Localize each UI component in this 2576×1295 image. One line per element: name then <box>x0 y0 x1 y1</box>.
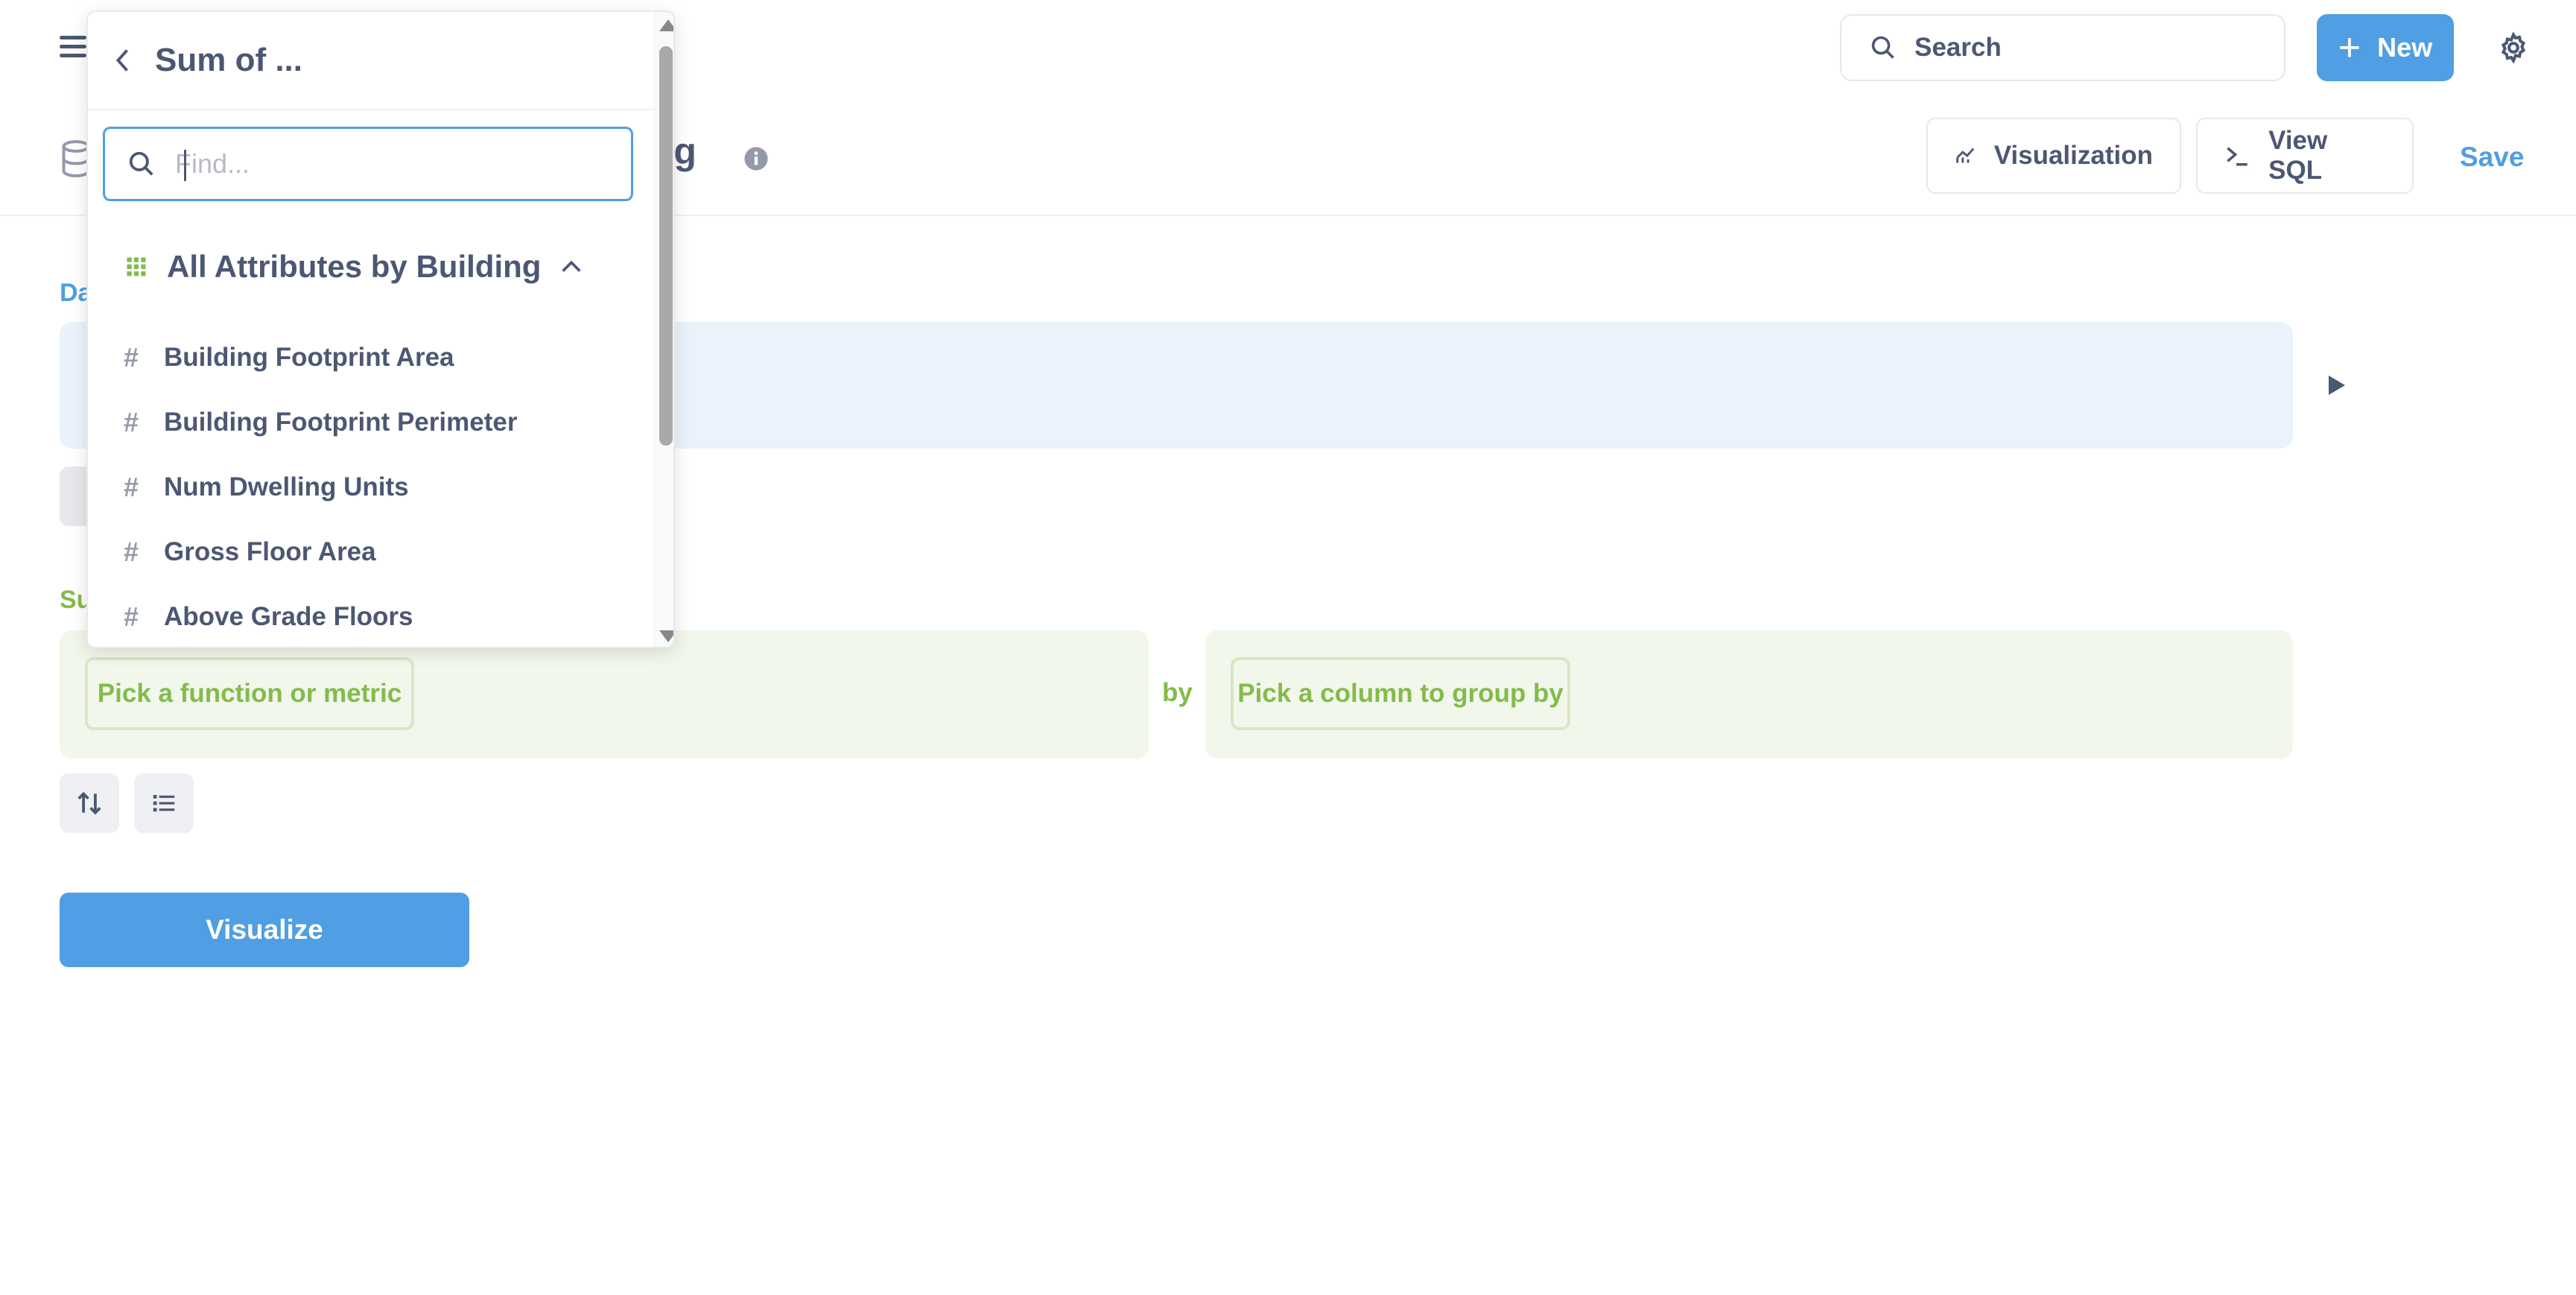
sort-button[interactable] <box>60 773 119 833</box>
search-icon <box>129 151 153 176</box>
aggregation-step: Pick a function or metric <box>60 630 1149 759</box>
visualization-button-label: Visualization <box>1993 141 2153 170</box>
aggregation-column-picker: Sum of ... All Attributes by Building # B… <box>86 10 675 648</box>
number-field-icon: # <box>124 471 139 502</box>
view-sql-button-label: View SQL <box>2268 126 2328 185</box>
field-label: Gross Floor Area <box>164 536 376 566</box>
group-by-step: Pick a column to group by <box>1205 630 2293 759</box>
field-label: Num Dwelling Units <box>164 472 409 501</box>
text-cursor <box>184 150 186 181</box>
chevron-up-icon[interactable] <box>559 254 584 279</box>
pick-column-button[interactable]: Pick a column to group by <box>1231 657 1570 730</box>
plus-icon: + <box>2338 26 2361 69</box>
field-item[interactable]: # Building Footprint Perimeter <box>124 390 517 455</box>
search-icon <box>1871 36 1894 59</box>
chevron-left-icon[interactable] <box>110 45 137 75</box>
gear-icon[interactable] <box>2497 31 2530 64</box>
limit-button[interactable] <box>134 773 194 833</box>
number-field-icon: # <box>124 341 139 373</box>
terminal-icon <box>2227 147 2247 166</box>
number-field-icon: # <box>124 536 139 567</box>
field-list: # Building Footprint Area # Building Footp… <box>124 325 517 647</box>
popover-title: Sum of ... <box>155 42 302 78</box>
popover-scrollbar[interactable] <box>654 12 673 647</box>
by-label: by <box>1162 678 1193 707</box>
visualization-button[interactable]: Visualization <box>1926 118 2181 194</box>
number-field-icon: # <box>124 601 139 632</box>
search-label: Search <box>1914 33 2002 62</box>
view-sql-button[interactable]: View SQL <box>2196 118 2414 194</box>
field-item[interactable]: # Above Grade Floors <box>124 584 517 647</box>
field-label: Building Footprint Perimeter <box>164 407 518 437</box>
field-item[interactable]: # Building Footprint Area <box>124 325 517 390</box>
table-section-header[interactable]: All Attributes by Building <box>125 249 584 285</box>
sort-icon <box>77 791 101 815</box>
number-field-icon: # <box>124 406 139 437</box>
find-input[interactable] <box>175 148 592 180</box>
scroll-down-arrow-icon[interactable] <box>659 630 673 642</box>
popover-header[interactable]: Sum of ... <box>88 12 654 110</box>
list-icon <box>153 794 175 812</box>
line-chart-icon <box>1956 148 1975 163</box>
field-label: Above Grade Floors <box>164 601 413 631</box>
new-button[interactable]: + New <box>2317 14 2454 81</box>
field-item[interactable]: # Gross Floor Area <box>124 519 517 584</box>
field-item[interactable]: # Num Dwelling Units <box>124 455 517 519</box>
field-label: Building Footprint Area <box>164 342 454 372</box>
scroll-up-arrow-icon[interactable] <box>659 19 673 31</box>
visualize-button[interactable]: Visualize <box>60 893 469 967</box>
table-name: All Attributes by Building <box>167 249 542 284</box>
global-search[interactable]: Search <box>1840 14 2285 81</box>
save-button[interactable]: Save <box>2460 142 2524 173</box>
find-field[interactable] <box>103 127 633 201</box>
grid-icon <box>127 257 146 276</box>
new-button-label: New <box>2377 32 2433 63</box>
play-icon[interactable] <box>2329 376 2345 395</box>
menu-icon[interactable] <box>60 36 86 57</box>
pick-function-button[interactable]: Pick a function or metric <box>85 657 414 730</box>
info-icon[interactable] <box>743 146 769 171</box>
scroll-thumb[interactable] <box>659 46 673 446</box>
